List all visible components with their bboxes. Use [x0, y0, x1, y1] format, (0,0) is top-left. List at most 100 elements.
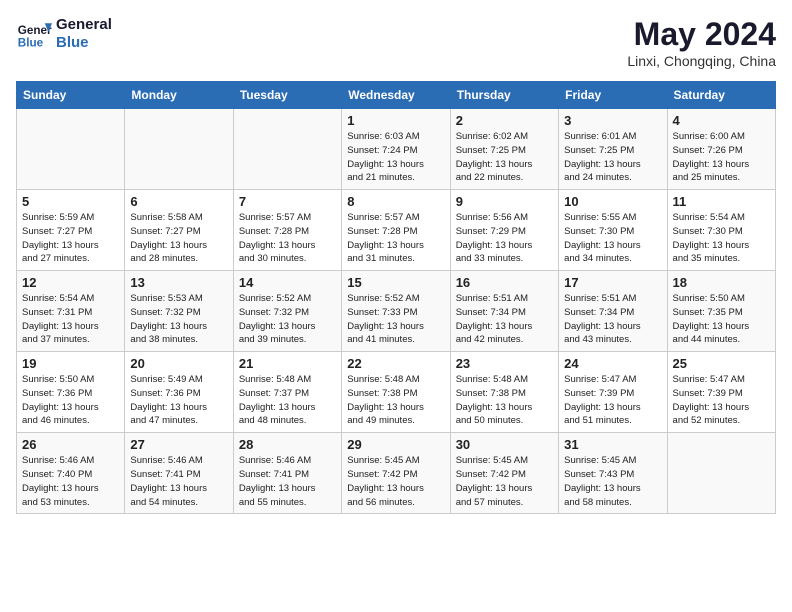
day-info: Sunrise: 5:55 AM Sunset: 7:30 PM Dayligh…	[564, 211, 661, 266]
header-tuesday: Tuesday	[233, 82, 341, 109]
calendar-cell: 28 Sunrise: 5:46 AM Sunset: 7:41 PM Dayli…	[233, 433, 341, 514]
page-header: General Blue General Blue May 2024 Linxi…	[16, 16, 776, 69]
calendar-cell: 7 Sunrise: 5:57 AM Sunset: 7:28 PM Daylig…	[233, 190, 341, 271]
day-number: 4	[673, 113, 770, 128]
calendar-cell: 23Sunrise: 5:48 AM Sunset: 7:38 PM Dayli…	[450, 352, 558, 433]
day-number: 12	[22, 275, 119, 290]
calendar-cell: 30 Sunrise: 5:45 AM Sunset: 7:42 PM Dayli…	[450, 433, 558, 514]
day-info: Sunrise: 5:46 AM Sunset: 7:41 PM Dayligh…	[130, 454, 227, 509]
day-info: Sunrise: 6:02 AM Sunset: 7:25 PM Dayligh…	[456, 130, 553, 185]
svg-text:Blue: Blue	[18, 37, 44, 50]
calendar-cell	[233, 109, 341, 190]
calendar-cell: 16 Sunrise: 5:51 AM Sunset: 7:34 PM Dayli…	[450, 271, 558, 352]
calendar-table: SundayMondayTuesdayWednesdayThursdayFrid…	[16, 81, 776, 514]
day-number: 8	[347, 194, 444, 209]
calendar-cell: 12 Sunrise: 5:54 AM Sunset: 7:31 PM Dayli…	[17, 271, 125, 352]
day-info: Sunrise: 5:51 AM Sunset: 7:34 PM Dayligh…	[564, 292, 661, 347]
day-number: 16	[456, 275, 553, 290]
calendar-cell: 8 Sunrise: 5:57 AM Sunset: 7:28 PM Daylig…	[342, 190, 450, 271]
calendar-cell: 4 Sunrise: 6:00 AM Sunset: 7:26 PM Daylig…	[667, 109, 775, 190]
day-number: 3	[564, 113, 661, 128]
calendar-cell: 10Sunrise: 5:55 AM Sunset: 7:30 PM Dayli…	[559, 190, 667, 271]
week-row-2: 5 Sunrise: 5:59 AM Sunset: 7:27 PM Daylig…	[17, 190, 776, 271]
calendar-cell: 1 Sunrise: 6:03 AM Sunset: 7:24 PM Daylig…	[342, 109, 450, 190]
calendar-cell: 22 Sunrise: 5:48 AM Sunset: 7:38 PM Dayli…	[342, 352, 450, 433]
calendar-cell: 13 Sunrise: 5:53 AM Sunset: 7:32 PM Dayli…	[125, 271, 233, 352]
week-row-3: 12 Sunrise: 5:54 AM Sunset: 7:31 PM Dayli…	[17, 271, 776, 352]
day-info: Sunrise: 5:51 AM Sunset: 7:34 PM Dayligh…	[456, 292, 553, 347]
calendar-cell: 31 Sunrise: 5:45 AM Sunset: 7:43 PM Dayli…	[559, 433, 667, 514]
logo-blue: Blue	[56, 34, 112, 52]
day-info: Sunrise: 5:46 AM Sunset: 7:40 PM Dayligh…	[22, 454, 119, 509]
day-info: Sunrise: 5:48 AM Sunset: 7:38 PM Dayligh…	[456, 373, 553, 428]
calendar-cell: 18Sunrise: 5:50 AM Sunset: 7:35 PM Dayli…	[667, 271, 775, 352]
day-info: Sunrise: 5:45 AM Sunset: 7:43 PM Dayligh…	[564, 454, 661, 509]
day-number: 2	[456, 113, 553, 128]
header-wednesday: Wednesday	[342, 82, 450, 109]
day-number: 30	[456, 437, 553, 452]
calendar-cell	[667, 433, 775, 514]
day-number: 1	[347, 113, 444, 128]
calendar-cell: 25Sunrise: 5:47 AM Sunset: 7:39 PM Dayli…	[667, 352, 775, 433]
calendar-cell: 27 Sunrise: 5:46 AM Sunset: 7:41 PM Dayli…	[125, 433, 233, 514]
calendar-cell: 24 Sunrise: 5:47 AM Sunset: 7:39 PM Dayli…	[559, 352, 667, 433]
header-thursday: Thursday	[450, 82, 558, 109]
day-info: Sunrise: 5:49 AM Sunset: 7:36 PM Dayligh…	[130, 373, 227, 428]
day-info: Sunrise: 5:50 AM Sunset: 7:35 PM Dayligh…	[673, 292, 770, 347]
calendar-cell: 2 Sunrise: 6:02 AM Sunset: 7:25 PM Daylig…	[450, 109, 558, 190]
calendar-cell: 21Sunrise: 5:48 AM Sunset: 7:37 PM Dayli…	[233, 352, 341, 433]
header-monday: Monday	[125, 82, 233, 109]
header-friday: Friday	[559, 82, 667, 109]
day-info: Sunrise: 5:58 AM Sunset: 7:27 PM Dayligh…	[130, 211, 227, 266]
day-number: 7	[239, 194, 336, 209]
day-info: Sunrise: 6:01 AM Sunset: 7:25 PM Dayligh…	[564, 130, 661, 185]
day-number: 29	[347, 437, 444, 452]
calendar-cell	[125, 109, 233, 190]
day-info: Sunrise: 5:53 AM Sunset: 7:32 PM Dayligh…	[130, 292, 227, 347]
day-number: 20	[130, 356, 227, 371]
day-info: Sunrise: 5:54 AM Sunset: 7:31 PM Dayligh…	[22, 292, 119, 347]
header-saturday: Saturday	[667, 82, 775, 109]
day-info: Sunrise: 5:59 AM Sunset: 7:27 PM Dayligh…	[22, 211, 119, 266]
day-number: 25	[673, 356, 770, 371]
calendar-cell: 17 Sunrise: 5:51 AM Sunset: 7:34 PM Dayli…	[559, 271, 667, 352]
week-row-5: 26Sunrise: 5:46 AM Sunset: 7:40 PM Dayli…	[17, 433, 776, 514]
day-info: Sunrise: 5:56 AM Sunset: 7:29 PM Dayligh…	[456, 211, 553, 266]
header-sunday: Sunday	[17, 82, 125, 109]
calendar-cell: 5 Sunrise: 5:59 AM Sunset: 7:27 PM Daylig…	[17, 190, 125, 271]
day-info: Sunrise: 5:57 AM Sunset: 7:28 PM Dayligh…	[347, 211, 444, 266]
day-number: 31	[564, 437, 661, 452]
day-info: Sunrise: 5:54 AM Sunset: 7:30 PM Dayligh…	[673, 211, 770, 266]
day-number: 6	[130, 194, 227, 209]
day-info: Sunrise: 5:48 AM Sunset: 7:38 PM Dayligh…	[347, 373, 444, 428]
day-info: Sunrise: 5:45 AM Sunset: 7:42 PM Dayligh…	[456, 454, 553, 509]
day-number: 15	[347, 275, 444, 290]
calendar-cell: 15 Sunrise: 5:52 AM Sunset: 7:33 PM Dayli…	[342, 271, 450, 352]
day-info: Sunrise: 5:52 AM Sunset: 7:33 PM Dayligh…	[347, 292, 444, 347]
logo-icon: General Blue	[16, 16, 52, 52]
calendar-header-row: SundayMondayTuesdayWednesdayThursdayFrid…	[17, 82, 776, 109]
logo-general: General	[56, 16, 112, 34]
day-info: Sunrise: 5:47 AM Sunset: 7:39 PM Dayligh…	[564, 373, 661, 428]
day-info: Sunrise: 5:57 AM Sunset: 7:28 PM Dayligh…	[239, 211, 336, 266]
calendar-cell: 14Sunrise: 5:52 AM Sunset: 7:32 PM Dayli…	[233, 271, 341, 352]
day-number: 17	[564, 275, 661, 290]
day-number: 5	[22, 194, 119, 209]
day-info: Sunrise: 5:45 AM Sunset: 7:42 PM Dayligh…	[347, 454, 444, 509]
day-info: Sunrise: 5:52 AM Sunset: 7:32 PM Dayligh…	[239, 292, 336, 347]
calendar-cell: 20 Sunrise: 5:49 AM Sunset: 7:36 PM Dayli…	[125, 352, 233, 433]
calendar-cell: 11Sunrise: 5:54 AM Sunset: 7:30 PM Dayli…	[667, 190, 775, 271]
day-number: 28	[239, 437, 336, 452]
day-number: 27	[130, 437, 227, 452]
calendar-cell: 26Sunrise: 5:46 AM Sunset: 7:40 PM Dayli…	[17, 433, 125, 514]
day-number: 13	[130, 275, 227, 290]
logo: General Blue General Blue	[16, 16, 112, 52]
day-info: Sunrise: 6:00 AM Sunset: 7:26 PM Dayligh…	[673, 130, 770, 185]
day-number: 22	[347, 356, 444, 371]
day-number: 24	[564, 356, 661, 371]
day-info: Sunrise: 6:03 AM Sunset: 7:24 PM Dayligh…	[347, 130, 444, 185]
calendar-cell: 3 Sunrise: 6:01 AM Sunset: 7:25 PM Daylig…	[559, 109, 667, 190]
week-row-4: 19Sunrise: 5:50 AM Sunset: 7:36 PM Dayli…	[17, 352, 776, 433]
day-info: Sunrise: 5:46 AM Sunset: 7:41 PM Dayligh…	[239, 454, 336, 509]
calendar-title: May 2024	[627, 16, 776, 53]
